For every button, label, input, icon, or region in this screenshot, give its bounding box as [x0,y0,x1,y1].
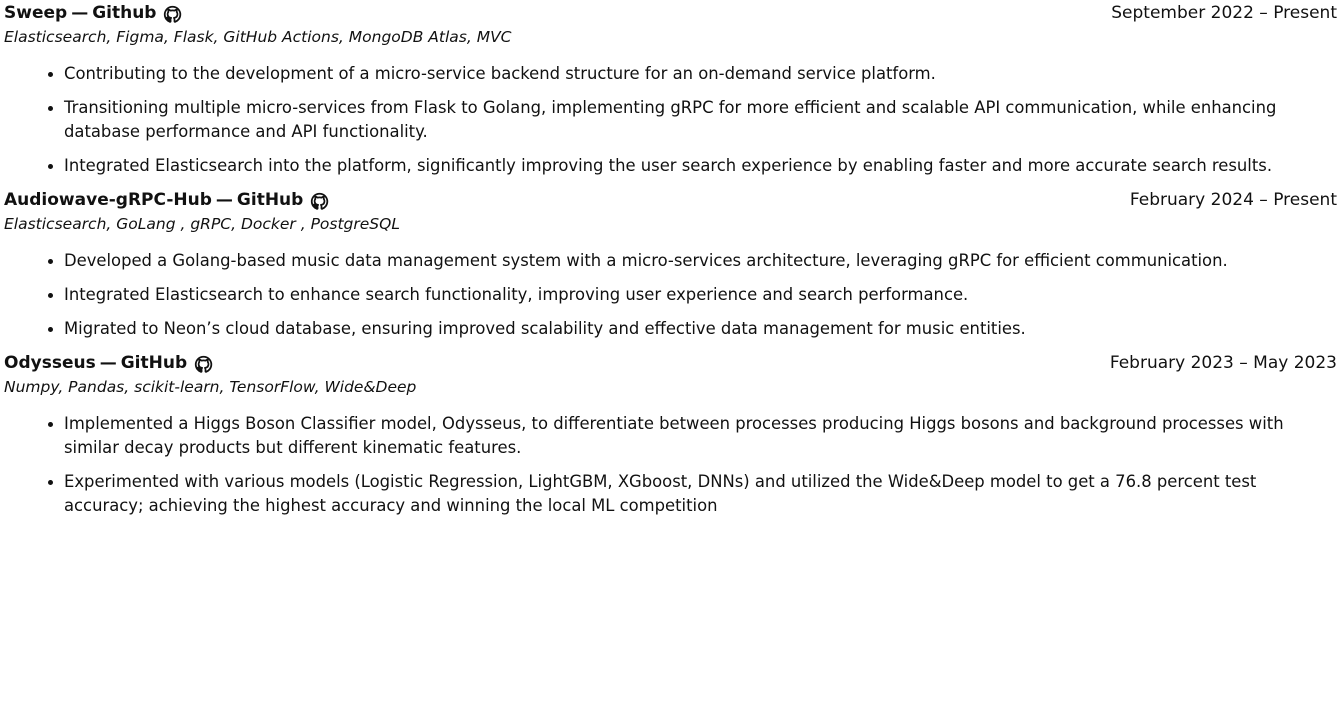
list-item: Integrated Elasticsearch to enhance sear… [48,283,1337,307]
project-bullets: Developed a Golang-based music data mana… [4,249,1337,341]
project-date: February 2024 – Present [1129,190,1337,210]
project-name: Audiowave-gRPC-Hub [4,190,212,210]
list-item: Migrated to Neon’s cloud database, ensur… [48,317,1337,341]
project-name: Odysseus [4,353,96,373]
list-item: Transitioning multiple micro-services fr… [48,96,1337,144]
list-item: Integrated Elasticsearch into the platfo… [48,154,1337,178]
list-item: Experimented with various models (Logist… [48,470,1337,518]
project-header: Sweep — Github September 2022 – Present [4,0,1337,26]
project-bullets: Contributing to the development of a mic… [4,62,1337,178]
project-title: Odysseus — GitHub [4,350,213,376]
project-date: February 2023 – May 2023 [1109,353,1337,373]
github-link[interactable]: GitHub [237,187,303,213]
title-separator: — [215,190,233,210]
projects-section: Sweep — Github September 2022 – Present … [0,0,1341,707]
project-header: Audiowave-gRPC-Hub — GitHub February 202… [4,187,1337,213]
title-separator: — [71,3,89,23]
project-bullets: Implemented a Higgs Boson Classifier mod… [4,412,1337,518]
project-tech-stack: Elasticsearch, GoLang , gRPC, Docker , P… [4,215,400,233]
project-title: Audiowave-gRPC-Hub — GitHub [4,187,329,213]
github-link[interactable]: Github [92,0,156,26]
github-icon[interactable] [194,355,213,374]
project-audiowave: Audiowave-gRPC-Hub — GitHub February 202… [4,187,1337,341]
project-name: Sweep [4,3,68,23]
project-sweep: Sweep — Github September 2022 – Present … [4,0,1337,178]
list-item: Contributing to the development of a mic… [48,62,1337,86]
project-title: Sweep — Github [4,0,182,26]
github-link[interactable]: GitHub [121,350,187,376]
title-separator: — [99,353,117,373]
project-header: Odysseus — GitHub February 2023 – May 20… [4,350,1337,376]
github-icon[interactable] [310,192,329,211]
project-tech-stack: Elasticsearch, Figma, Flask, GitHub Acti… [4,28,512,46]
list-item: Implemented a Higgs Boson Classifier mod… [48,412,1337,460]
list-item: Developed a Golang-based music data mana… [48,249,1337,273]
project-odysseus: Odysseus — GitHub February 2023 – May 20… [4,350,1337,518]
project-date: September 2022 – Present [1111,3,1337,23]
github-icon[interactable] [163,5,182,24]
project-tech-stack: Numpy, Pandas, scikit-learn, TensorFlow,… [4,378,417,396]
